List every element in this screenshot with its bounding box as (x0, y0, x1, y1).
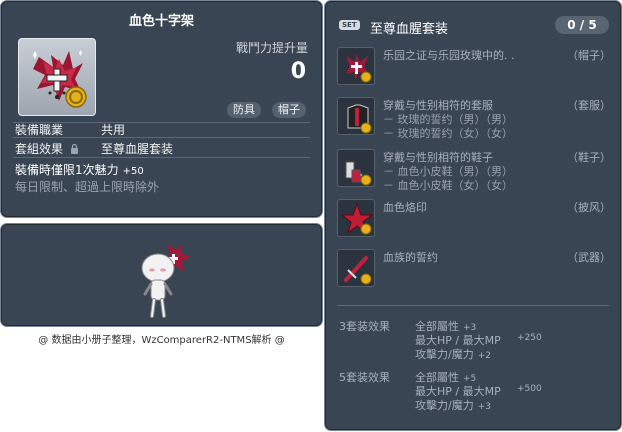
bonus-stat-name: 攻擊力/魔力 (415, 399, 474, 412)
divider (13, 157, 310, 158)
set-part-item: 血色烙印 （披风） (337, 199, 613, 239)
power-label: 戰鬥力提升量 (235, 41, 308, 55)
bonus-stat-value: +2 (477, 351, 491, 361)
set-part-name: 血色烙印 (383, 201, 427, 214)
set-part-sub: － 玫瑰的誓约（女）（女） (383, 127, 513, 140)
equip-limit-text: 裝備時僅限1次魅力 (15, 163, 119, 177)
bonus-stat-value: +500 (517, 384, 542, 394)
set-part-name: 血族的誓约 (383, 251, 438, 264)
shoes-icon (337, 149, 375, 187)
item-icon (18, 38, 96, 116)
set-count: 0 / 5 (555, 16, 609, 34)
set-badge: SET (339, 20, 360, 30)
footer-credit: @ 数据由小册子整理，WzComparerR2-NTMS解析 @ (38, 335, 285, 346)
equip-limit: 裝備時僅限1次魅力 +50 (15, 161, 144, 178)
set-part-sub: － 血色小皮鞋（女）（女） (383, 179, 513, 192)
set-part-category: （帽子） (567, 49, 611, 62)
equip-limit-bonus: +50 (122, 166, 144, 177)
set-part-category: （武器） (567, 251, 611, 264)
cross-icon (337, 47, 375, 85)
bonus-stat-value: +250 (517, 333, 542, 343)
bonus-stat-name: 攻擊力/魔力 (415, 348, 474, 361)
bonus-stat-value: +3 (477, 402, 491, 412)
set-part-item: 血族的誓约 （武器） (337, 249, 613, 289)
set-part-item: 穿戴与性别相符的鞋子 （鞋子） － 血色小皮鞋（男）（男） － 血色小皮鞋（女）… (337, 149, 613, 192)
tag-armor: 防具 (227, 102, 261, 118)
set-part-item: 乐园之证与乐园玫瑰中的. . （帽子） (337, 47, 613, 87)
set-part-category: （套服） (567, 99, 611, 112)
power-value: 0 (290, 59, 306, 84)
set-bonus-label: 5套装效果 (339, 371, 390, 384)
set-bonus-line: 攻擊力/魔力 +3 (415, 397, 491, 413)
star-icon (337, 199, 375, 237)
tag-hat: 帽子 (272, 102, 306, 118)
set-name: 至尊血腥套装 (370, 22, 449, 37)
equip-limit-note: 每日限制、超過上限時除外 (15, 180, 160, 194)
set-bonus-line: 攻擊力/魔力 +2 (415, 346, 491, 362)
set-effect-label-text: 套組效果 (15, 142, 64, 156)
set-effect-value: 至尊血腥套装 (101, 142, 174, 156)
set-part-category: （鞋子） (567, 151, 611, 164)
avatar-preview-panel (0, 223, 323, 327)
job-label: 裝備職業 (15, 123, 64, 137)
set-part-name: 乐园之证与乐园玫瑰中的. . (383, 49, 515, 62)
item-name: 血色十字架 (128, 14, 194, 29)
set-bonus-label: 3套装效果 (339, 320, 390, 333)
blood-cross-icon (33, 50, 87, 108)
set-part-item: 穿戴与性别相符的套服 （套服） － 玫瑰的誓约（男）（男） － 玫瑰的誓约（女）… (337, 97, 613, 140)
set-info-panel: SET 至尊血腥套装 0 / 5 乐园之证与乐园玫瑰中的. . （帽子） 穿戴与… (324, 0, 622, 431)
avatar-preview (141, 244, 190, 318)
set-part-category: （披风） (567, 201, 611, 214)
job-value: 共用 (101, 123, 126, 137)
divider (13, 137, 310, 138)
set-effect-label: 套組效果 (15, 140, 79, 157)
sword-icon (337, 249, 375, 287)
item-tooltip-panel: 血色十字架 戰鬥力提升量 0 防具 帽子 裝備職業 共用 套組效果 至尊血腥套装 (0, 0, 323, 218)
divider (337, 305, 609, 306)
suit-icon (337, 97, 375, 135)
lock-icon (70, 143, 78, 154)
